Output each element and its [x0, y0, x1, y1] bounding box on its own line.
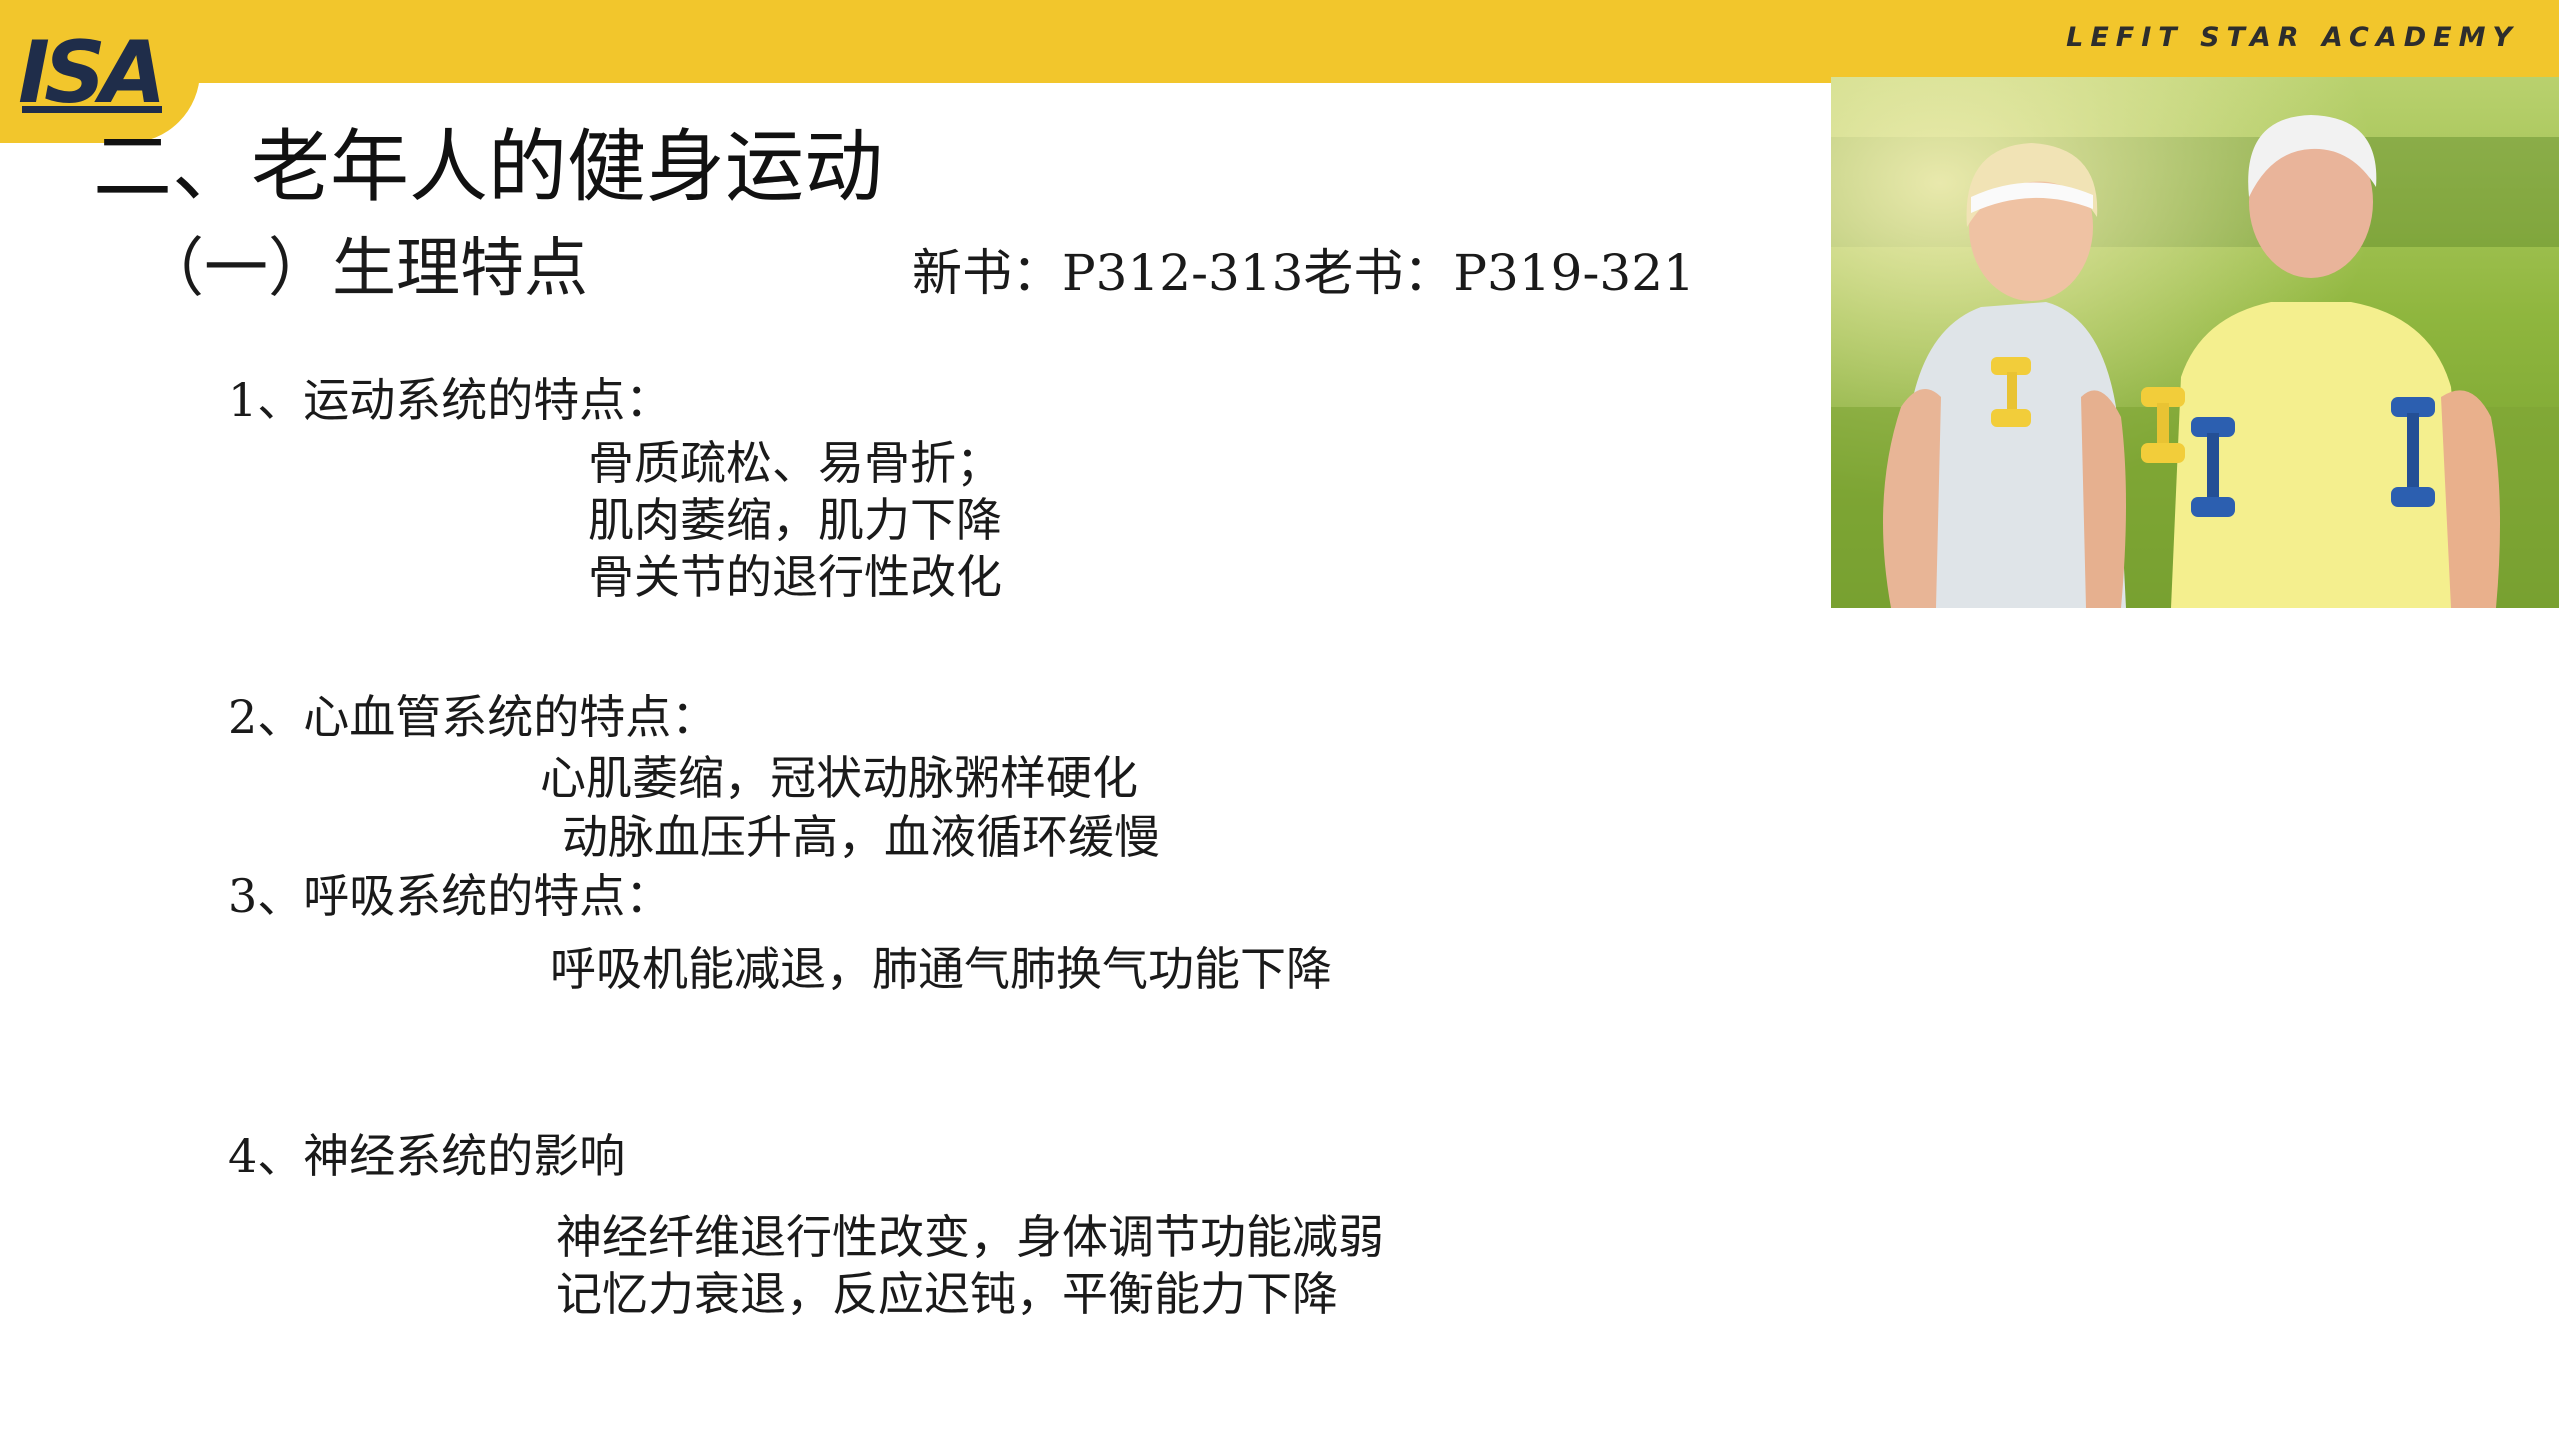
isa-logo: ISA [18, 23, 166, 118]
section-line: 肌肉萎缩，肌力下降 [588, 493, 1002, 547]
section-heading-musculoskeletal: 1、运动系统的特点： [228, 373, 672, 427]
brand-name: LEFIT STAR ACADEMY [2066, 22, 2519, 53]
seniors-exercise-photo [1831, 77, 2559, 608]
section-line: 骨质疏松、易骨折； [588, 436, 1002, 490]
svg-text:ISA: ISA [18, 23, 161, 118]
section-heading-respiratory: 3、呼吸系统的特点： [228, 869, 672, 923]
section-line: 神经纤维退行性改变，身体调节功能减弱 [556, 1210, 1384, 1264]
section-line: 动脉血压升高，血液循环缓慢 [562, 810, 1160, 864]
slide-title: 二、老年人的健身运动 [93, 121, 883, 213]
section-line: 呼吸机能减退，肺通气肺换气功能下降 [550, 942, 1332, 996]
section-heading-cardiovascular: 2、心血管系统的特点： [228, 690, 718, 744]
slide-subtitle: （一）生理特点 [140, 232, 588, 306]
section-heading-nervous: 4、神经系统的影响 [228, 1129, 626, 1183]
book-page-reference: 新书：P312-313老书：P319-321 [912, 244, 1695, 302]
section-line: 骨关节的退行性改化 [588, 550, 1002, 604]
section-line: 心肌萎缩，冠状动脉粥样硬化 [540, 751, 1138, 805]
section-line: 记忆力衰退，反应迟钝，平衡能力下降 [556, 1267, 1338, 1321]
